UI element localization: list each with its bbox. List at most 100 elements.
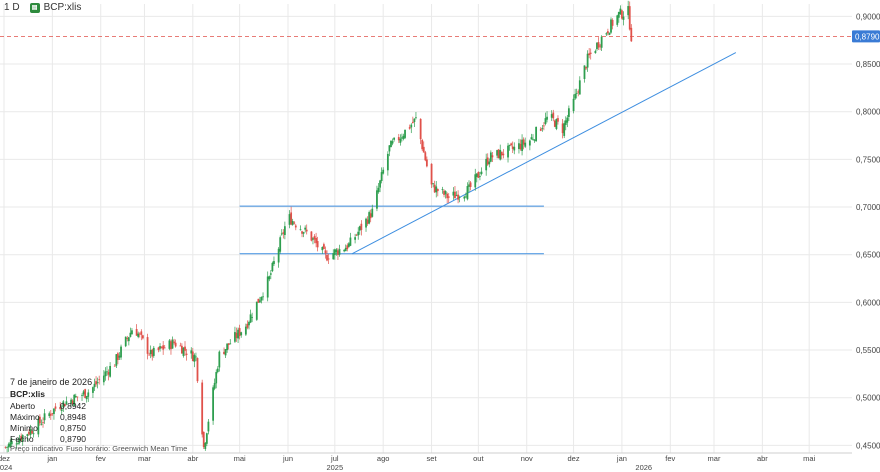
candle-body [215, 371, 218, 384]
candle-body [410, 124, 413, 128]
candle-body [382, 169, 385, 174]
candle-body [290, 212, 293, 225]
candle-body [138, 333, 141, 335]
candle-body [464, 196, 467, 198]
y-tick-label: 0,5000 [856, 394, 880, 403]
candle-body [444, 191, 447, 195]
candle-body [524, 142, 527, 147]
candle-body [127, 337, 130, 342]
candle-body [174, 342, 177, 347]
candle-body [237, 329, 239, 339]
candle-body [141, 335, 144, 339]
candle-body [388, 145, 391, 152]
candle-body [6, 446, 9, 448]
candle-body [510, 143, 513, 146]
candle-body [486, 157, 489, 165]
candle-body [357, 231, 360, 236]
candle-body [411, 121, 414, 123]
candle-body [146, 337, 149, 354]
interval-label[interactable]: 1 D [4, 2, 20, 13]
candle-body [404, 129, 406, 138]
candle-body [257, 298, 260, 303]
candle-body [422, 146, 425, 153]
candle-body [349, 237, 352, 246]
candle-body [424, 152, 427, 161]
candle-body [544, 118, 547, 124]
candle-body [511, 146, 514, 149]
candle-body [213, 382, 216, 389]
candle-body [170, 341, 172, 350]
x-axis: dez jan fev mar abr mai jun jul ago set out nov dez j… [0, 454, 816, 472]
candle-body [191, 351, 194, 361]
candle-body [301, 231, 303, 234]
candle-body [152, 347, 155, 356]
candle-body [608, 32, 611, 35]
info-low-row: Mínimo 0,8750 [10, 423, 92, 434]
candle-body [415, 117, 417, 119]
candle-body [279, 237, 282, 252]
candle-body [135, 329, 138, 336]
candle-body [282, 232, 285, 234]
candle-body [433, 184, 436, 193]
candle-body [326, 254, 328, 261]
candle-body [376, 190, 378, 209]
candle-body [162, 345, 165, 350]
candle-body [344, 247, 347, 252]
candle-body [180, 345, 183, 354]
candle-body [151, 349, 154, 357]
price-chart[interactable]: 0,8790 0,4500 0,5000 0,5500 0,6000 0,6500 0,7… [0, 0, 880, 472]
candle-body [499, 150, 502, 160]
candle-body [126, 338, 129, 340]
info-open-row: Aberto 0,8942 [10, 401, 92, 412]
low-value: 0,8750 [60, 423, 86, 433]
candle-body [518, 143, 520, 150]
candle-body [533, 139, 536, 141]
candle-body [599, 45, 601, 47]
candle-body [550, 114, 553, 118]
candle-body [508, 144, 511, 146]
candle-body [567, 108, 570, 117]
candle-body [563, 123, 566, 136]
y-tick-label: 0,9000 [856, 12, 880, 21]
candle-body [251, 316, 254, 318]
candle-body [617, 12, 620, 18]
candle-body [268, 276, 271, 280]
candle-body [399, 138, 402, 143]
candle-body [196, 358, 199, 382]
candle-body [291, 221, 294, 225]
candle-body [235, 332, 238, 338]
candle-body [468, 184, 470, 187]
candle-body [358, 226, 361, 231]
x-tick-label: jul [330, 454, 339, 463]
candle-body [564, 120, 567, 125]
candle-body [4, 446, 7, 448]
y-tick-label: 0,7500 [856, 155, 880, 164]
candle-body [430, 163, 433, 185]
candle-body [117, 353, 119, 361]
candle-body [255, 301, 258, 320]
timezone-note: Fuso horário: Greenwich Mean Time [66, 444, 188, 453]
candle-body [246, 323, 249, 328]
candle-body [543, 125, 545, 127]
candle-body [227, 343, 230, 346]
candle-body [401, 137, 403, 139]
candle-body [616, 15, 619, 25]
candle-body [541, 128, 544, 129]
candle-body [441, 189, 444, 190]
candle-body [530, 137, 533, 140]
y-tick-label: 0,7000 [856, 203, 880, 212]
candle-body [269, 273, 272, 275]
candle-body [366, 219, 369, 224]
candle-body [369, 213, 372, 219]
candle-body [360, 223, 363, 230]
y-tick-label: 0,6000 [856, 298, 880, 307]
candle-body [521, 139, 523, 151]
chart-header: 1 D ▤ BCP:xlis [4, 2, 81, 13]
candle-body [606, 31, 609, 34]
symbol-label[interactable]: ▤ BCP:xlis [29, 2, 81, 13]
price-note: Preço indicativo [10, 444, 63, 453]
x-year-label: 2024 [0, 463, 12, 472]
y-tick-label: 0,8000 [856, 108, 880, 117]
candle-body [96, 382, 99, 384]
candle-body [413, 118, 416, 122]
